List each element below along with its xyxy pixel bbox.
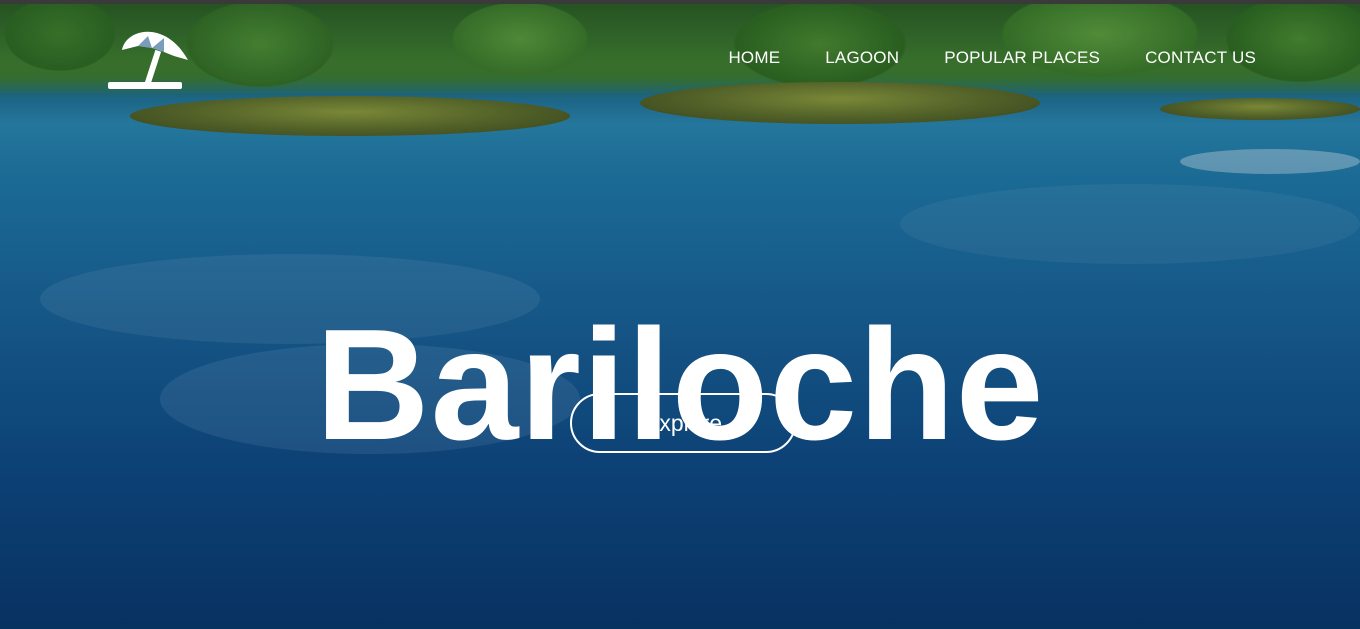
nav-item-lagoon[interactable]: LAGOON [825,48,899,68]
nav-item-popular-places[interactable]: POPULAR PLACES [944,48,1100,68]
nav-item-contact-us[interactable]: CONTACT US [1145,48,1256,68]
hero-section: HOME LAGOON POPULAR PLACES CONTACT US Ba… [0,0,1360,629]
explore-button[interactable]: Explore [570,393,796,453]
beach-umbrella-icon[interactable] [108,22,190,94]
main-nav: HOME LAGOON POPULAR PLACES CONTACT US [728,48,1256,68]
nav-item-home[interactable]: HOME [728,48,780,68]
